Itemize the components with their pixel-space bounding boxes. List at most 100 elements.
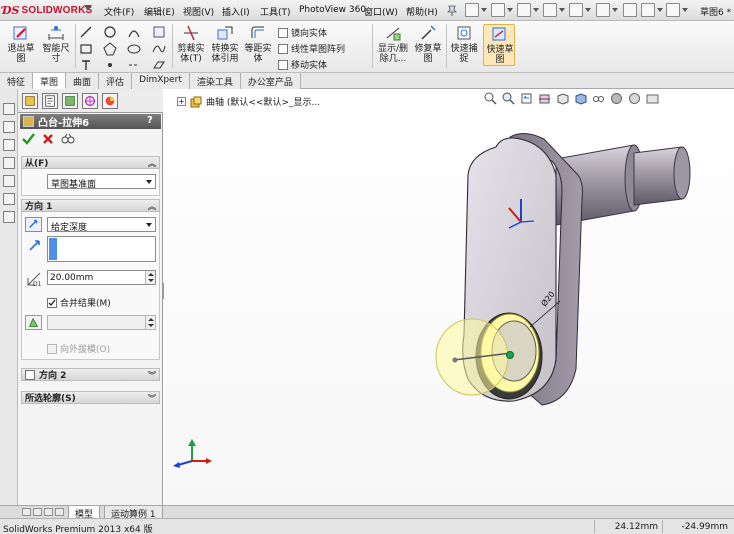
origin-point-icon[interactable] bbox=[506, 351, 514, 359]
ellipse-icon[interactable] bbox=[127, 42, 141, 56]
repair-sketch-button[interactable]: 修复草图 bbox=[413, 24, 443, 64]
tab-dimxpert[interactable]: DimXpert bbox=[132, 73, 190, 89]
circle-icon[interactable] bbox=[103, 25, 117, 39]
file-properties-icon[interactable] bbox=[666, 3, 680, 17]
first-tab-icon[interactable] bbox=[22, 508, 31, 516]
file-explorer-icon[interactable] bbox=[3, 139, 15, 151]
menu-file[interactable]: 文件(F) bbox=[104, 5, 134, 18]
configuration-manager-tab-icon[interactable] bbox=[62, 93, 78, 109]
polygon-icon[interactable] bbox=[103, 42, 117, 56]
next-tab-icon[interactable] bbox=[44, 508, 53, 516]
prev-tab-icon[interactable] bbox=[33, 508, 42, 516]
logo-flyout-icon[interactable] bbox=[84, 5, 92, 11]
draft-angle-input[interactable] bbox=[47, 315, 156, 330]
resources-icon[interactable] bbox=[3, 103, 15, 115]
spline-icon[interactable] bbox=[152, 42, 166, 56]
rapid-snap-button[interactable]: 快速捕捉 bbox=[449, 24, 479, 64]
open-file-icon[interactable] bbox=[491, 3, 505, 17]
direction-reference-list[interactable] bbox=[47, 236, 156, 262]
search-icon[interactable] bbox=[3, 157, 15, 169]
menu-insert[interactable]: 插入(I) bbox=[222, 5, 250, 18]
sketch-preview-circle[interactable] bbox=[435, 318, 509, 396]
direction2-checkbox[interactable] bbox=[25, 369, 35, 380]
model-canvas[interactable]: Ø20 bbox=[164, 89, 734, 505]
mirror-entities-button[interactable]: 镜向实体 bbox=[278, 26, 327, 39]
detailed-preview-icon[interactable] bbox=[61, 133, 75, 145]
rebuild-icon[interactable] bbox=[623, 3, 637, 17]
sketch-fillet-icon[interactable] bbox=[152, 25, 166, 39]
draft-outward-check-box[interactable] bbox=[47, 343, 57, 354]
view-palette-icon[interactable] bbox=[3, 175, 15, 187]
property-manager-tab-icon[interactable] bbox=[42, 93, 58, 109]
dimxpert-manager-tab-icon[interactable] bbox=[82, 93, 98, 109]
display-delete-relations-button[interactable]: 显示/删除几... bbox=[375, 24, 411, 64]
last-tab-icon[interactable] bbox=[55, 508, 64, 516]
undo-dropdown-icon[interactable] bbox=[585, 8, 591, 12]
options-dropdown-icon[interactable] bbox=[657, 8, 663, 12]
collapse-chevron-icon[interactable]: ︽ bbox=[148, 201, 156, 212]
options-icon[interactable] bbox=[641, 3, 655, 17]
merge-result-checkbox[interactable]: 合并结果(M) bbox=[47, 296, 111, 309]
convert-entities-button[interactable]: 转换实体引用 bbox=[209, 24, 241, 64]
expand-chevron-icon[interactable]: ︾ bbox=[148, 370, 156, 381]
end-condition-select[interactable]: 给定深度 bbox=[47, 217, 156, 233]
offset-entities-button[interactable]: 等距实体 bbox=[243, 24, 273, 64]
ok-check-icon[interactable] bbox=[22, 133, 35, 145]
save-icon[interactable] bbox=[517, 3, 531, 17]
new-dropdown-icon[interactable] bbox=[481, 8, 487, 12]
feature-manager-tab-icon[interactable] bbox=[22, 93, 38, 109]
collapse-chevron-icon[interactable]: ︽ bbox=[148, 158, 156, 169]
menu-photoview[interactable]: PhotoView 360 bbox=[299, 5, 366, 15]
tab-surfaces[interactable]: 曲面 bbox=[66, 73, 100, 89]
menu-window[interactable]: 窗口(W) bbox=[364, 5, 398, 18]
merge-result-check-box[interactable] bbox=[47, 297, 57, 308]
centerline-icon[interactable] bbox=[127, 58, 141, 72]
plane-icon[interactable] bbox=[152, 58, 166, 72]
rectangle-icon[interactable] bbox=[79, 42, 93, 56]
select-dropdown-icon[interactable] bbox=[612, 8, 618, 12]
tab-evaluate[interactable]: 评估 bbox=[99, 73, 133, 89]
exit-sketch-button[interactable]: 退出草图 bbox=[6, 24, 36, 64]
custom-properties-icon[interactable] bbox=[3, 211, 15, 223]
expand-chevron-icon[interactable]: ︾ bbox=[148, 393, 156, 404]
menu-tools[interactable]: 工具(T) bbox=[260, 5, 291, 18]
menu-view[interactable]: 视图(V) bbox=[183, 5, 214, 18]
undo-icon[interactable] bbox=[569, 3, 583, 17]
draft-spinner-icon[interactable] bbox=[145, 316, 155, 329]
arc-icon[interactable] bbox=[127, 25, 141, 39]
menu-help[interactable]: 帮助(H) bbox=[406, 5, 438, 18]
print-icon[interactable] bbox=[543, 3, 557, 17]
trim-entities-button[interactable]: 剪裁实体(T) bbox=[175, 24, 207, 64]
direction2-group-header[interactable]: 方向 2 ︾ bbox=[21, 368, 160, 381]
tab-office-products[interactable]: 办公室产品 bbox=[240, 73, 301, 89]
graphics-area[interactable]: + 曲轴 (默认<<默认>_显示... Ø20 bbox=[164, 89, 734, 505]
pin-icon[interactable] bbox=[446, 4, 458, 16]
text-tool-icon[interactable] bbox=[79, 58, 93, 72]
open-dropdown-icon[interactable] bbox=[507, 8, 513, 12]
selected-contours-group-header[interactable]: 所选轮廓(S) ︾ bbox=[21, 391, 160, 404]
draft-outward-checkbox[interactable]: 向外拔模(O) bbox=[47, 342, 110, 355]
design-library-icon[interactable] bbox=[3, 121, 15, 133]
print-dropdown-icon[interactable] bbox=[559, 8, 565, 12]
menu-edit[interactable]: 编辑(E) bbox=[144, 5, 175, 18]
tab-sketch[interactable]: 草图 bbox=[33, 73, 67, 89]
sketch-point[interactable] bbox=[452, 357, 458, 363]
appearances-icon[interactable] bbox=[3, 193, 15, 205]
line-icon[interactable] bbox=[79, 25, 93, 39]
direction2-check-box[interactable] bbox=[25, 369, 35, 380]
start-condition-select[interactable]: 草图基准面 bbox=[47, 174, 156, 190]
move-entities-button[interactable]: 移动实体 bbox=[278, 58, 327, 71]
linear-pattern-button[interactable]: 线性草图阵列 bbox=[278, 42, 345, 55]
solidworks-logo[interactable]: ƊS SOLIDWORKS bbox=[2, 1, 94, 20]
help-icon[interactable]: ? bbox=[147, 115, 157, 127]
quick-sketch-button[interactable]: 快速草图 bbox=[483, 24, 515, 66]
tab-features[interactable]: 特征 bbox=[0, 73, 34, 89]
select-icon[interactable] bbox=[596, 3, 610, 17]
from-group-header[interactable]: 从(F) ︽ bbox=[21, 156, 160, 169]
draft-on-off-icon[interactable] bbox=[25, 315, 42, 330]
depth-spinner-icon[interactable] bbox=[145, 271, 155, 284]
depth-input[interactable]: 20.00mm bbox=[47, 270, 156, 285]
save-dropdown-icon[interactable] bbox=[533, 8, 539, 12]
smart-dimension-button[interactable]: 智能尺寸 bbox=[40, 24, 72, 64]
cancel-x-icon[interactable] bbox=[42, 133, 54, 145]
